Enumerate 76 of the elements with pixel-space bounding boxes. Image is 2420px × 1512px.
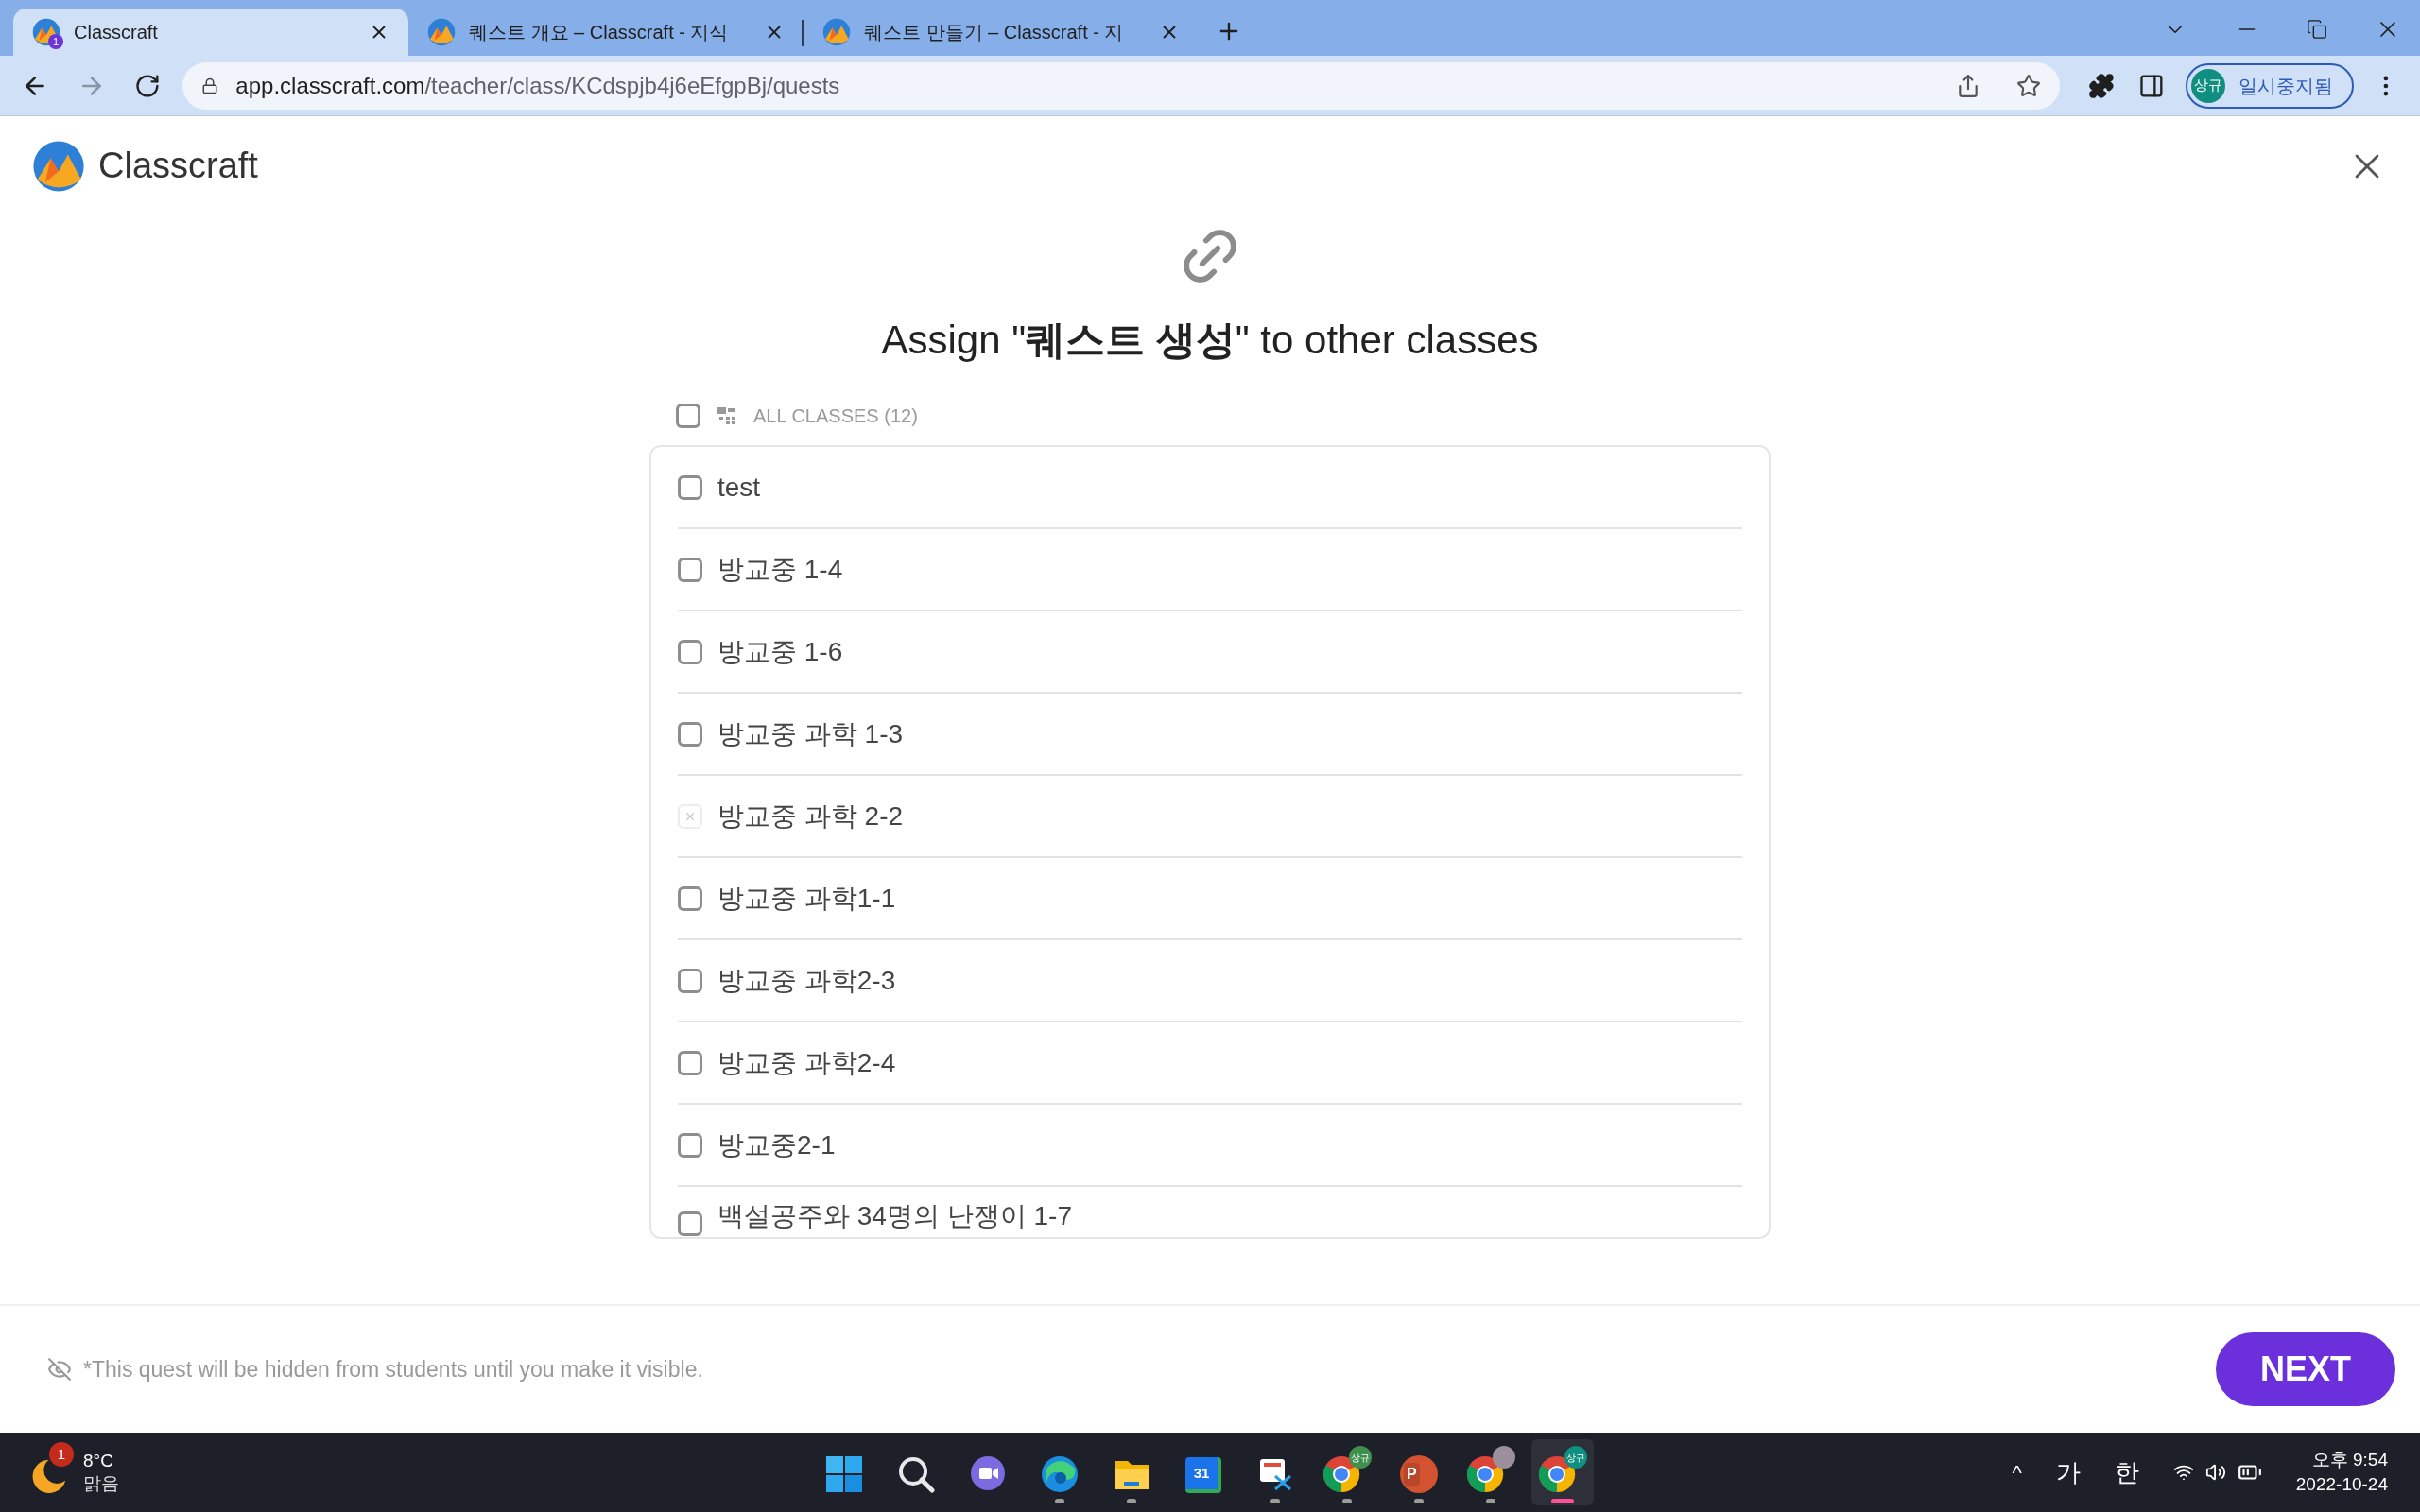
- browser-tab[interactable]: 퀘스트 개요 – Classcraft - 지식: [408, 9, 804, 56]
- chrome-browser-icon[interactable]: [1466, 1446, 1515, 1493]
- tray-overflow[interactable]: ^: [2012, 1456, 2022, 1488]
- reload-icon[interactable]: [133, 72, 161, 99]
- profile-avatar: 상규: [2191, 68, 2226, 103]
- weather-condition: 맑음: [83, 1472, 119, 1495]
- tab-title: 퀘스트 만들기 – Classcraft - 지: [864, 21, 1125, 44]
- class-name: 방교중 1-4: [717, 553, 843, 586]
- taskbar-app-button[interactable]: 31: [1172, 1439, 1235, 1505]
- browser-tab[interactable]: 퀘스트 만들기 – Classcraft - 지: [804, 9, 1199, 56]
- classcraft-logo-icon: [32, 139, 85, 193]
- checkbox[interactable]: [678, 721, 702, 747]
- taskbar-app-button[interactable]: 상규: [1531, 1439, 1594, 1505]
- checkbox[interactable]: [678, 1211, 702, 1236]
- windows-start-icon[interactable]: [825, 1455, 863, 1493]
- running-indicator: [1055, 1499, 1064, 1503]
- logo-wordmark: Classcraft: [98, 145, 258, 187]
- class-name: 방교중 과학 1-3: [717, 717, 904, 750]
- calendar-icon[interactable]: 31: [1185, 1457, 1221, 1493]
- profile-badge: 상규: [1349, 1446, 1372, 1469]
- class-name: 백설공주와 34명의 난쟁이 1-7: [717, 1200, 1072, 1232]
- clock-date: 2022-10-24: [2295, 1473, 2388, 1496]
- input-method[interactable]: 가: [2055, 1453, 2081, 1491]
- class-name: 방교중2-1: [717, 1128, 836, 1161]
- restore-icon[interactable]: [2307, 19, 2327, 40]
- profile-badge: 상규: [1564, 1446, 1587, 1469]
- running-indicator: [1551, 1499, 1574, 1503]
- search-icon[interactable]: [897, 1455, 935, 1493]
- dialog-title: Assign "퀘스트 생성" to other classes: [881, 317, 1539, 364]
- volume-icon[interactable]: [2204, 1462, 2226, 1483]
- temperature: 8°C: [83, 1450, 114, 1472]
- class-name: test: [717, 471, 761, 504]
- classes-grid-icon: [717, 406, 736, 425]
- running-indicator: [1270, 1499, 1280, 1503]
- tab-title: Classcraft: [74, 21, 159, 44]
- video-chat-icon[interactable]: [969, 1455, 1007, 1493]
- url-text: app.classcraft.com/teacher/class/KCdspjb4j6eEfgpBj/quests: [235, 71, 840, 100]
- running-indicator: [1342, 1499, 1352, 1503]
- checkbox[interactable]: [678, 968, 702, 993]
- profile-status: 일시중지됨: [2238, 74, 2334, 98]
- clock-time: 오후 9:54: [2311, 1449, 2388, 1471]
- running-indicator: [1414, 1499, 1424, 1503]
- notification-badge: 1: [48, 34, 63, 49]
- checkbox[interactable]: [676, 404, 700, 428]
- checkbox[interactable]: [678, 885, 702, 911]
- presentation-icon[interactable]: P: [1400, 1455, 1438, 1493]
- tab-favicon-icon: [427, 18, 456, 46]
- address-bar[interactable]: app.classcraft.com/teacher/class/KCdspjb4j6eEfgpBj/quests: [182, 61, 2060, 110]
- checkbox[interactable]: [678, 1050, 702, 1075]
- checkbox[interactable]: [678, 474, 702, 500]
- lock-icon: [201, 77, 219, 94]
- profile-chip[interactable]: 상규 일시중지됨: [2186, 62, 2355, 109]
- browser-wave-icon[interactable]: [1041, 1455, 1079, 1493]
- hidden-eye-icon: [47, 1357, 72, 1382]
- bookmark-star-icon[interactable]: [2015, 73, 2041, 98]
- extensions-icon[interactable]: [2087, 72, 2115, 99]
- input-method[interactable]: 한: [2114, 1453, 2139, 1491]
- running-indicator: [1486, 1499, 1495, 1503]
- class-name: 방교중 1-6: [717, 635, 843, 668]
- tab-title: 퀘스트 개요 – Classcraft - 지식: [469, 21, 730, 44]
- class-name: 방교중 과학1-1: [717, 882, 896, 915]
- notification-badge: 1: [49, 1442, 74, 1467]
- checkbox[interactable]: [678, 639, 702, 664]
- browser-tab[interactable]: 1 Classcraft: [13, 9, 408, 56]
- checkbox[interactable]: [678, 557, 702, 582]
- checkbox[interactable]: [678, 1132, 702, 1158]
- all-classes-label: ALL CLASSES (12): [753, 404, 918, 428]
- next-button[interactable]: NEXT: [2216, 1332, 2395, 1406]
- class-name: 방교중 과학2-3: [717, 964, 896, 997]
- visibility-note: *This quest will be hidden from students until you make it visible.: [83, 1355, 703, 1383]
- taskbar-app-button[interactable]: P: [1388, 1439, 1450, 1505]
- class-name: 방교중 과학2-4: [717, 1046, 896, 1079]
- taskbar-app-button[interactable]: 상규: [1316, 1439, 1378, 1505]
- tab-favicon-icon: [822, 18, 851, 46]
- class-name: 방교중 과학 2-2: [717, 799, 904, 833]
- running-indicator: [1127, 1499, 1136, 1503]
